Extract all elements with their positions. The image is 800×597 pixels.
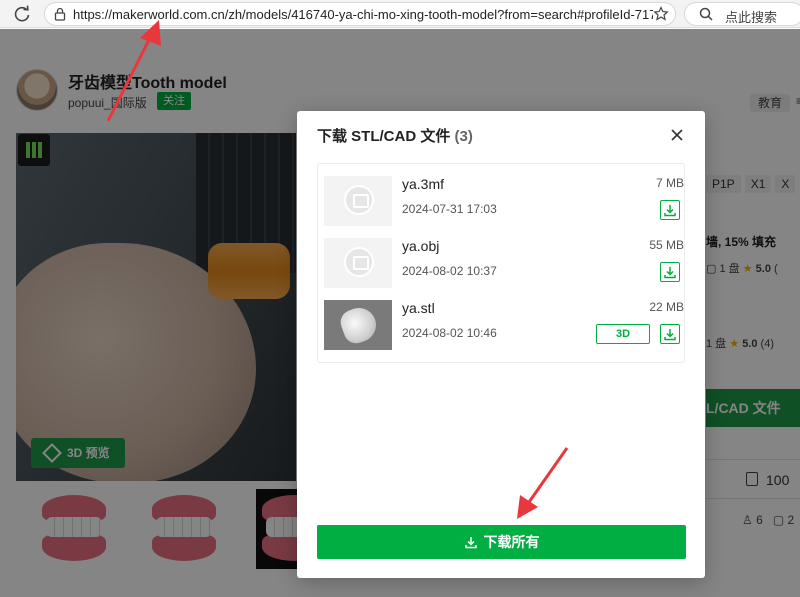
file-row: ya.stl 2024-08-02 10:46 22 MB 3D — [324, 294, 684, 350]
reload-icon[interactable] — [12, 4, 32, 24]
file-name: ya.obj — [402, 238, 440, 254]
file-size: 22 MB — [649, 300, 684, 314]
file-date: 2024-08-02 10:46 — [402, 326, 497, 340]
file-thumbnail-model — [324, 300, 392, 350]
download-icon — [664, 267, 676, 279]
file-size: 7 MB — [655, 176, 684, 190]
download-icon — [664, 329, 676, 341]
star-icon[interactable] — [653, 6, 669, 22]
file-download-button[interactable] — [660, 200, 680, 220]
file-date: 2024-08-02 10:37 — [402, 264, 497, 278]
image-placeholder-icon — [344, 185, 374, 215]
dialog-file-count: (3) — [454, 128, 473, 145]
download-icon — [664, 205, 676, 217]
browser-search-box[interactable]: 点此搜索 — [684, 2, 800, 26]
lock-icon[interactable] — [53, 7, 67, 21]
download-all-label: 下载所有 — [483, 534, 540, 550]
file-thumbnail-placeholder — [324, 238, 392, 288]
file-row: ya.3mf 2024-07-31 17:03 7 MB — [324, 170, 684, 226]
download-all-button[interactable]: 下载所有 — [317, 525, 686, 559]
file-thumbnail-placeholder — [324, 176, 392, 226]
download-icon — [464, 537, 477, 549]
tooth-model-render — [337, 303, 381, 347]
dialog-title: 下载 STL/CAD 文件 (3) — [317, 125, 473, 146]
file-date: 2024-07-31 17:03 — [402, 202, 497, 216]
search-label: 点此搜索 — [725, 10, 778, 25]
file-size: 55 MB — [649, 238, 684, 252]
browser-toolbar: https://makerworld.com.cn/zh/models/4167… — [0, 0, 800, 28]
file-download-button[interactable] — [660, 324, 680, 344]
file-name: ya.stl — [402, 300, 435, 316]
file-list: ya.3mf 2024-07-31 17:03 7 MB ya.obj 2024… — [317, 163, 685, 363]
search-icon — [699, 7, 713, 21]
file-row: ya.obj 2024-08-02 10:37 55 MB — [324, 232, 684, 288]
dialog-title-text: 下载 STL/CAD 文件 — [317, 128, 451, 145]
download-dialog: 下载 STL/CAD 文件 (3) ya.3mf 2024-07-31 17:0… — [297, 111, 705, 578]
address-bar[interactable]: https://makerworld.com.cn/zh/models/4167… — [44, 2, 676, 26]
url-text[interactable]: https://makerworld.com.cn/zh/models/4167… — [73, 7, 653, 22]
image-placeholder-icon — [344, 247, 374, 277]
file-download-button[interactable] — [660, 262, 680, 282]
close-icon[interactable] — [669, 127, 685, 143]
file-name: ya.3mf — [402, 176, 445, 192]
3d-view-button[interactable]: 3D — [596, 324, 650, 344]
